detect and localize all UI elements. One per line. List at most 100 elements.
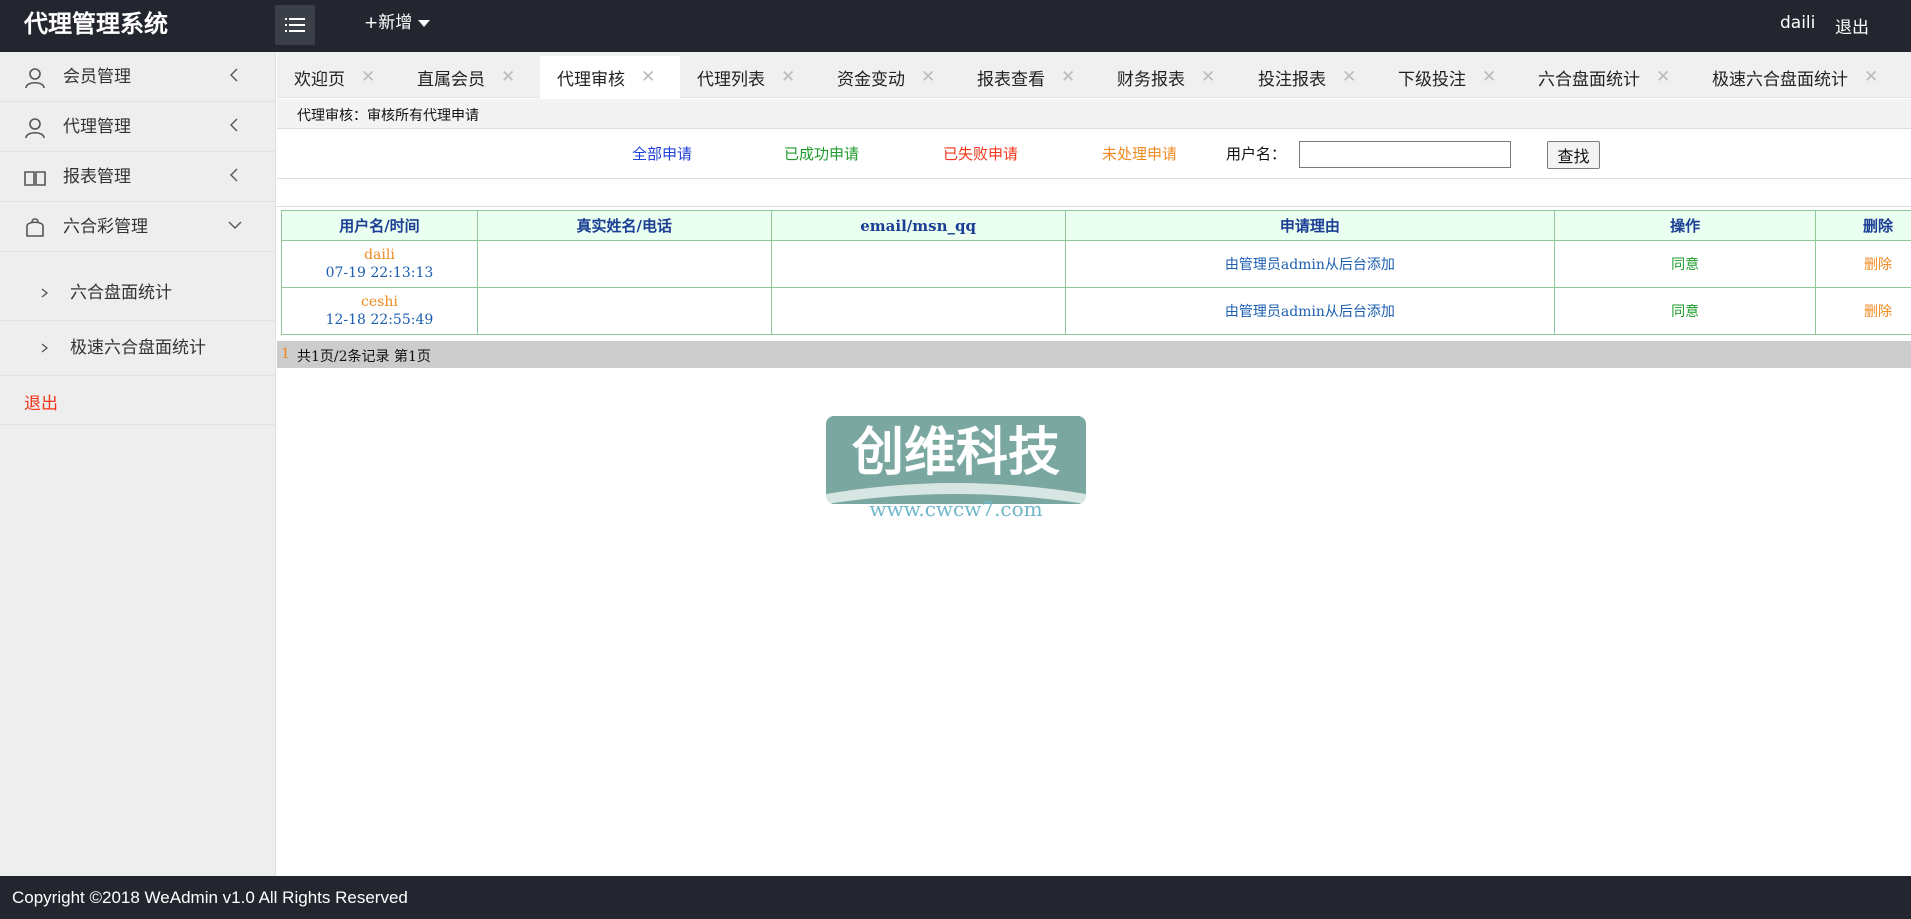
sidebar-logout-label: 退出	[24, 394, 58, 414]
column-header: 真实姓名/电话	[476, 210, 772, 241]
table-row: daili 07-19 22:13:13 由管理员admin从后台添加 同意 删…	[281, 240, 1911, 288]
sidebar-subitem-board-stats[interactable]: 六合盘面统计	[0, 266, 276, 321]
tab-label: 代理审核	[557, 69, 625, 90]
content-area: 代理审核：审核所有代理申请 全部申请 已成功申请 已失败申请 未处理申请 用户名…	[277, 99, 1911, 876]
close-icon[interactable]: ✕	[501, 67, 515, 87]
column-header: 用户名/时间	[281, 210, 478, 241]
sidebar-item-agents[interactable]: 代理管理	[0, 102, 276, 152]
column-header: email/msn_qq	[770, 210, 1066, 241]
tab-report-view[interactable]: 报表查看 ✕	[977, 56, 1075, 98]
email-cell	[770, 287, 1066, 335]
footer: Copyright ©2018 WeAdmin v1.0 All Rights …	[0, 876, 1911, 919]
pagination-info: 共1页/2条记录 第1页	[297, 349, 431, 365]
table-row: ceshi 12-18 22:55:49 由管理员admin从后台添加 同意 删…	[281, 287, 1911, 335]
tab-board-stats[interactable]: 六合盘面统计 ✕	[1538, 56, 1670, 98]
sidebar-item-label: 报表管理	[63, 167, 131, 187]
table-header-row: 用户名/时间 真实姓名/电话 email/msn_qq 申请理由 操作 删除	[281, 210, 1911, 241]
delete-link[interactable]: 删除	[1864, 304, 1892, 320]
menu-toggle-button[interactable]	[275, 5, 315, 45]
close-icon[interactable]: ✕	[361, 67, 375, 87]
delete-cell: 删除	[1815, 287, 1911, 335]
sidebar: 会员管理 代理管理 报表管理 六合彩管理 六合盘面统计 极速六合盘面统计 退出	[0, 52, 276, 876]
sidebar-item-label: 会员管理	[63, 67, 131, 87]
reason-cell: 由管理员admin从后台添加	[1064, 287, 1556, 335]
tab-label: 资金变动	[837, 69, 905, 90]
current-user[interactable]: daili	[1780, 13, 1815, 33]
username-text: ceshi	[361, 294, 398, 310]
tab-label: 下级投注	[1398, 69, 1466, 90]
sidebar-item-lottery[interactable]: 六合彩管理	[0, 202, 276, 252]
filter-all-link[interactable]: 全部申请	[632, 144, 692, 164]
tab-welcome[interactable]: 欢迎页 ✕	[294, 56, 375, 98]
close-icon[interactable]: ✕	[641, 67, 655, 87]
tab-bar: 欢迎页 ✕ 直属会员 ✕ 代理审核 ✕ 代理列表 ✕ 资金变动 ✕ 报表查看 ✕ 财务报表 ✕…	[277, 52, 1911, 98]
book-icon	[24, 171, 46, 186]
column-header: 删除	[1815, 210, 1911, 241]
header-logout-link[interactable]: 退出	[1835, 13, 1869, 38]
tab-direct-members[interactable]: 直属会员 ✕	[417, 56, 515, 98]
add-new-dropdown[interactable]: +新增	[364, 12, 431, 34]
tab-label: 六合盘面统计	[1538, 69, 1640, 90]
close-icon[interactable]: ✕	[1864, 67, 1878, 87]
user-icon	[25, 118, 45, 139]
sidebar-item-members[interactable]: 会员管理	[0, 52, 276, 102]
sidebar-subitem-label: 六合盘面统计	[70, 283, 172, 303]
action-cell: 同意	[1554, 240, 1817, 288]
username-input[interactable]	[1299, 141, 1511, 168]
sidebar-item-reports[interactable]: 报表管理	[0, 152, 276, 202]
tab-bet-report[interactable]: 投注报表 ✕	[1258, 56, 1356, 98]
bag-icon	[26, 218, 44, 237]
close-icon[interactable]: ✕	[1342, 67, 1356, 87]
reason-cell: 由管理员admin从后台添加	[1064, 240, 1556, 288]
filter-success-link[interactable]: 已成功申请	[784, 144, 859, 164]
delete-cell: 删除	[1815, 240, 1911, 288]
chevron-right-icon	[41, 343, 49, 353]
page-number-link[interactable]: 1	[281, 346, 290, 362]
tab-fast-board-stats[interactable]: 极速六合盘面统计 ✕	[1712, 56, 1878, 98]
menu-icon	[285, 18, 305, 32]
tab-agent-review[interactable]: 代理审核 ✕	[540, 56, 680, 98]
top-header: 代理管理系统 +新增 daili 退出	[0, 0, 1911, 52]
user-cell: ceshi 12-18 22:55:49	[281, 287, 478, 335]
sidebar-item-label: 六合彩管理	[63, 217, 148, 237]
approve-link[interactable]: 同意	[1671, 257, 1699, 273]
pagination-bar: 1 共1页/2条记录 第1页	[277, 341, 1911, 368]
approve-link[interactable]: 同意	[1671, 304, 1699, 320]
chevron-left-icon	[230, 68, 238, 82]
email-cell	[770, 240, 1066, 288]
user-icon	[25, 68, 45, 89]
chevron-left-icon	[230, 118, 238, 132]
action-cell: 同意	[1554, 287, 1817, 335]
close-icon[interactable]: ✕	[1061, 67, 1075, 87]
filter-bar: 全部申请 已成功申请 已失败申请 未处理申请 用户名： 查找	[277, 130, 1911, 179]
close-icon[interactable]: ✕	[781, 67, 795, 87]
sidebar-subitem-fast-board-stats[interactable]: 极速六合盘面统计	[0, 321, 276, 376]
tab-financial-report[interactable]: 财务报表 ✕	[1117, 56, 1215, 98]
time-text: 07-19 22:13:13	[325, 265, 434, 281]
breadcrumb-text: 代理审核：审核所有代理申请	[297, 108, 479, 124]
chevron-left-icon	[230, 168, 238, 182]
tab-sub-bets[interactable]: 下级投注 ✕	[1398, 56, 1496, 98]
filter-failed-link[interactable]: 已失败申请	[943, 144, 1018, 164]
app-title: 代理管理系统	[24, 10, 168, 38]
filter-pending-link[interactable]: 未处理申请	[1102, 144, 1177, 164]
close-icon[interactable]: ✕	[1656, 67, 1670, 87]
tab-fund-changes[interactable]: 资金变动 ✕	[837, 56, 935, 98]
close-icon[interactable]: ✕	[1482, 67, 1496, 87]
tab-label: 报表查看	[977, 69, 1045, 90]
column-header: 申请理由	[1064, 210, 1556, 241]
caret-down-icon	[418, 19, 431, 27]
close-icon[interactable]: ✕	[921, 67, 935, 87]
sidebar-item-label: 代理管理	[63, 117, 131, 137]
search-button[interactable]: 查找	[1547, 141, 1600, 169]
user-cell: daili 07-19 22:13:13	[281, 240, 478, 288]
delete-link[interactable]: 删除	[1864, 257, 1892, 273]
username-text: daili	[364, 247, 395, 263]
chevron-down-icon	[228, 221, 242, 229]
close-icon[interactable]: ✕	[1201, 67, 1215, 87]
copyright-text: Copyright ©2018 WeAdmin v1.0 All Rights …	[12, 888, 408, 907]
add-new-label: +新增	[364, 13, 413, 33]
chevron-right-icon	[41, 288, 49, 298]
tab-agent-list[interactable]: 代理列表 ✕	[697, 56, 795, 98]
sidebar-logout[interactable]: 退出	[0, 375, 276, 425]
